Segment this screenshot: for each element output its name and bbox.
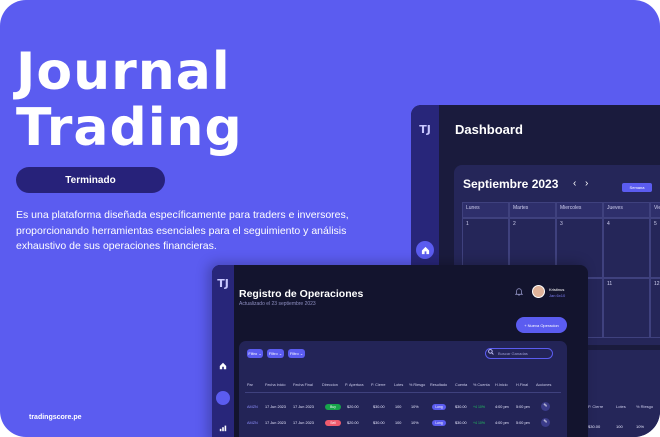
wallet-icon[interactable] xyxy=(216,391,230,405)
table-header: Lotes xyxy=(616,404,626,409)
search-icon xyxy=(488,349,494,357)
operations-sidebar: TJ xyxy=(212,265,234,437)
column-header: Cuenta xyxy=(455,383,468,387)
edit-icon[interactable]: ✎ xyxy=(541,418,550,427)
hero-title: Journal Trading xyxy=(16,44,243,156)
table-cell: 10% xyxy=(636,424,645,429)
home-icon[interactable] xyxy=(416,241,434,259)
calendar-day[interactable]: 4 xyxy=(603,218,650,278)
result-badge: Long xyxy=(432,420,446,426)
hero-title-line1: Journal xyxy=(16,42,231,102)
status-badge[interactable]: Terminado xyxy=(16,167,165,193)
table-cell: $30.00 xyxy=(373,405,385,409)
day-header: Martes xyxy=(509,202,556,218)
direction-badge: Sell xyxy=(325,420,341,426)
column-header: Resultado xyxy=(430,383,448,387)
table-cell: 17 Jun 2023 xyxy=(293,405,314,409)
filter-dropdown[interactable]: Filtro ⌄ xyxy=(288,349,305,358)
hero-title-line2: Trading xyxy=(16,98,243,158)
chart-icon[interactable] xyxy=(219,424,227,432)
bell-icon[interactable] xyxy=(514,287,524,298)
pair-link[interactable]: AMZN xyxy=(247,405,258,409)
app-logo[interactable]: TJ xyxy=(418,123,432,137)
search-input[interactable]: Buscar Ganadas xyxy=(485,348,553,359)
operations-window: TJ Registro de Operaciones Actualizado e… xyxy=(212,265,588,437)
table-cell: 17 Jun 2023 xyxy=(293,421,314,425)
table-cell: 100 xyxy=(616,424,623,429)
column-header: Acciones xyxy=(536,383,552,387)
page-title: Registro de Operaciones xyxy=(239,288,364,300)
column-header: H.Final xyxy=(516,383,529,387)
new-operation-button[interactable]: + Nueva Operacion xyxy=(516,317,567,333)
day-header: Miercoles xyxy=(556,202,603,218)
table-cell: 100 xyxy=(395,421,402,425)
chevron-left-icon[interactable]: ‹ xyxy=(573,178,576,189)
column-header: % Riesgo xyxy=(409,383,426,387)
project-card: Journal Trading Terminado Es una platafo… xyxy=(0,0,660,437)
table-cell: 10% xyxy=(411,405,419,409)
day-header: Jueves xyxy=(603,202,650,218)
table-header: P. Cierre xyxy=(588,404,604,409)
user-role: Jan 6x10 xyxy=(549,293,566,298)
table-cell: 5:00 pm xyxy=(516,421,530,425)
edit-icon[interactable]: ✎ xyxy=(541,402,550,411)
calendar-day[interactable]: 12 xyxy=(650,278,660,338)
table-cell: 4:00 pm xyxy=(495,421,509,425)
filter-dropdown[interactable]: Filtro ⌄ xyxy=(267,349,284,358)
week-view-button[interactable]: Semana xyxy=(622,183,652,192)
column-header: P. Cierre xyxy=(371,383,386,387)
table-cell: 17 Jun 2023 xyxy=(265,421,286,425)
app-logo[interactable]: TJ xyxy=(216,277,230,291)
column-header: Par xyxy=(247,383,253,387)
column-header: H.Inicio xyxy=(495,383,508,387)
chevron-right-icon[interactable]: › xyxy=(585,178,588,189)
pair-link[interactable]: AMZN xyxy=(247,421,258,425)
table-cell: $20.00 xyxy=(347,405,359,409)
home-icon[interactable] xyxy=(219,362,227,370)
column-header: Fecha Inicio xyxy=(265,383,286,387)
calendar-day[interactable]: 5 xyxy=(650,218,660,278)
filter-dropdown[interactable]: Filtro ⌄ xyxy=(247,349,263,358)
column-header: P. Apertura xyxy=(345,383,364,387)
table-cell: $30.00 xyxy=(588,424,601,429)
column-header: % Cuenta xyxy=(473,383,490,387)
footer-url[interactable]: tradingscore.pe xyxy=(29,414,82,421)
table-cell: $30.00 xyxy=(455,421,467,425)
table-cell: 17 Jun 2023 xyxy=(265,405,286,409)
page-subtitle: Actualizado el 23 septiembre 2023 xyxy=(239,301,316,307)
page-title: Dashboard xyxy=(455,122,523,137)
table-cell: $30.00 xyxy=(373,421,385,425)
avatar[interactable] xyxy=(532,285,545,298)
operations-table: Filtro ⌄ Filtro ⌄ Filtro ⌄ Buscar Ganada… xyxy=(239,341,567,437)
table-cell: $30.00 xyxy=(455,405,467,409)
table-cell: 4:00 pm xyxy=(495,405,509,409)
table-cell: 10% xyxy=(411,421,419,425)
calendar-month: Septiembre 2023 xyxy=(463,177,559,191)
project-description: Es una plataforma diseñada específicamen… xyxy=(16,209,349,252)
direction-badge: Buy xyxy=(325,404,341,410)
user-name: Kristinus xyxy=(549,287,565,292)
column-header: Fecha Final xyxy=(293,383,313,387)
result-badge: Long xyxy=(432,404,446,410)
header-divider xyxy=(245,392,561,393)
account-percent: +4 10% xyxy=(473,421,485,425)
table-cell: 100 xyxy=(395,405,402,409)
account-percent: +4 10% xyxy=(473,405,485,409)
day-header: Vie xyxy=(650,202,660,218)
table-header: % Riesgo xyxy=(636,404,654,409)
day-header: Lunes xyxy=(462,202,509,218)
table-cell: 5:00 pm xyxy=(516,405,530,409)
calendar-day[interactable]: 11 xyxy=(603,278,650,338)
column-header: Direccion xyxy=(322,383,338,387)
table-cell: $20.00 xyxy=(347,421,359,425)
column-header: Lotes xyxy=(394,383,404,387)
